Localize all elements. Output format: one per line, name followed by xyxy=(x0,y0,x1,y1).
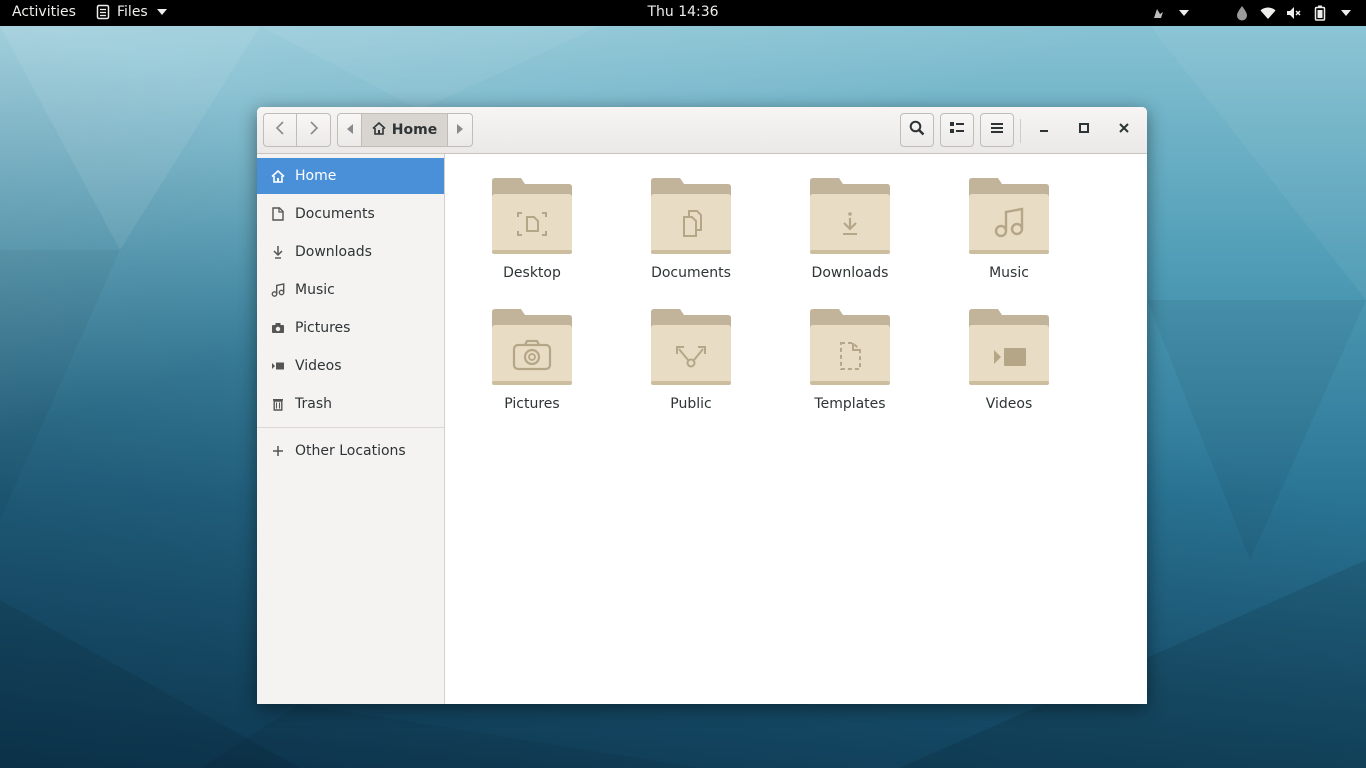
folder-music[interactable]: Music xyxy=(939,172,1079,290)
search-button[interactable] xyxy=(900,113,934,147)
chevron-down-icon[interactable] xyxy=(1338,5,1354,21)
maximize-icon xyxy=(1078,122,1090,138)
files-window: Home Home Documents Downloads Music Pict… xyxy=(257,107,1147,704)
night-light-icon[interactable] xyxy=(1234,5,1250,21)
home-icon xyxy=(372,121,386,139)
maximize-button[interactable] xyxy=(1070,116,1098,144)
trash-icon xyxy=(270,396,286,412)
menu-button[interactable] xyxy=(980,113,1014,147)
sidebar-item-label: Downloads xyxy=(295,244,372,260)
folder-label: Music xyxy=(989,265,1029,281)
folder-label: Videos xyxy=(985,396,1033,412)
system-tray[interactable] xyxy=(1150,4,1354,22)
sidebar-item-home[interactable]: Home xyxy=(257,158,444,194)
folder-label: Downloads xyxy=(811,265,889,281)
sidebar-item-label: Other Locations xyxy=(295,443,406,459)
activities-button[interactable]: Activities xyxy=(12,4,76,20)
sidebar-item-downloads[interactable]: Downloads xyxy=(257,234,444,270)
back-button[interactable] xyxy=(263,113,297,147)
chevron-down-icon xyxy=(154,4,170,20)
camera-icon xyxy=(270,320,286,336)
desktop-emblem-icon xyxy=(492,178,572,254)
wifi-icon[interactable] xyxy=(1260,5,1276,21)
view-toggle-button[interactable] xyxy=(940,113,974,147)
share-emblem-icon xyxy=(651,309,731,385)
music-icon xyxy=(270,282,286,298)
header-bar: Home xyxy=(257,107,1147,154)
search-icon xyxy=(909,120,925,140)
hamburger-icon xyxy=(990,122,1004,138)
battery-icon[interactable] xyxy=(1312,5,1328,21)
sidebar-separator xyxy=(257,427,444,428)
sidebar-item-other-locations[interactable]: Other Locations xyxy=(257,433,444,469)
sidebar-item-label: Videos xyxy=(295,358,342,374)
folder-label: Documents xyxy=(651,265,731,281)
top-bar: Activities Files Thu 14:36 xyxy=(0,0,1366,26)
files-app-icon xyxy=(95,4,111,20)
folder-pictures[interactable]: Pictures xyxy=(462,303,602,421)
plus-icon xyxy=(270,443,286,459)
sidebar-item-documents[interactable]: Documents xyxy=(257,196,444,232)
sidebar-item-trash[interactable]: Trash xyxy=(257,386,444,422)
close-button[interactable] xyxy=(1110,116,1138,144)
minimize-icon xyxy=(1038,122,1050,138)
sidebar-item-music[interactable]: Music xyxy=(257,272,444,308)
folder-public[interactable]: Public xyxy=(621,303,761,421)
template-emblem-icon xyxy=(810,309,890,385)
path-scroll-right-button[interactable] xyxy=(448,113,473,147)
folder-downloads[interactable]: Downloads xyxy=(780,172,920,290)
app-menu[interactable]: Files xyxy=(95,4,170,20)
sidebar-item-pictures[interactable]: Pictures xyxy=(257,310,444,346)
folder-documents[interactable]: Documents xyxy=(621,172,761,290)
document-icon xyxy=(270,206,286,222)
home-icon xyxy=(270,168,286,184)
chevron-left-icon xyxy=(275,121,285,139)
triangle-right-icon xyxy=(457,122,463,138)
app-name: Files xyxy=(117,4,148,20)
breadcrumb-home-button[interactable]: Home xyxy=(362,113,448,147)
folder-desktop[interactable]: Desktop xyxy=(462,172,602,290)
download-emblem-icon xyxy=(810,178,890,254)
sidebar-item-label: Documents xyxy=(295,206,375,222)
folder-videos[interactable]: Videos xyxy=(939,303,1079,421)
triangle-left-icon xyxy=(346,122,353,138)
forward-button[interactable] xyxy=(297,113,331,147)
sidebar-item-label: Music xyxy=(295,282,335,298)
chevron-right-icon xyxy=(309,121,319,139)
sidebar-item-label: Trash xyxy=(295,396,332,412)
close-icon xyxy=(1118,122,1130,138)
header-separator xyxy=(1020,119,1021,143)
video-icon xyxy=(270,358,286,374)
sidebar: Home Documents Downloads Music Pictures … xyxy=(257,154,445,704)
path-scroll-left-button[interactable] xyxy=(337,113,362,147)
volume-muted-icon[interactable] xyxy=(1286,5,1302,21)
folder-label: Pictures xyxy=(504,396,560,412)
file-view: Desktop Documents Downloads Music Pictur… xyxy=(445,154,1147,704)
documents-emblem-icon xyxy=(651,178,731,254)
folder-label: Public xyxy=(670,396,712,412)
clock[interactable]: Thu 14:36 xyxy=(647,4,718,20)
music-emblem-icon xyxy=(969,178,1049,254)
chevron-down-icon[interactable] xyxy=(1176,5,1192,21)
folder-templates[interactable]: Templates xyxy=(780,303,920,421)
video-emblem-icon xyxy=(969,309,1049,385)
folder-label: Templates xyxy=(814,396,886,412)
minimize-button[interactable] xyxy=(1030,116,1058,144)
breadcrumb-label: Home xyxy=(391,122,438,138)
sidebar-item-videos[interactable]: Videos xyxy=(257,348,444,384)
list-view-icon xyxy=(949,121,965,139)
user-accessibility-icon[interactable] xyxy=(1150,5,1166,21)
folder-label: Desktop xyxy=(503,265,561,281)
camera-emblem-icon xyxy=(492,309,572,385)
download-icon xyxy=(270,244,286,260)
sidebar-item-label: Pictures xyxy=(295,320,351,336)
sidebar-item-label: Home xyxy=(295,168,337,184)
